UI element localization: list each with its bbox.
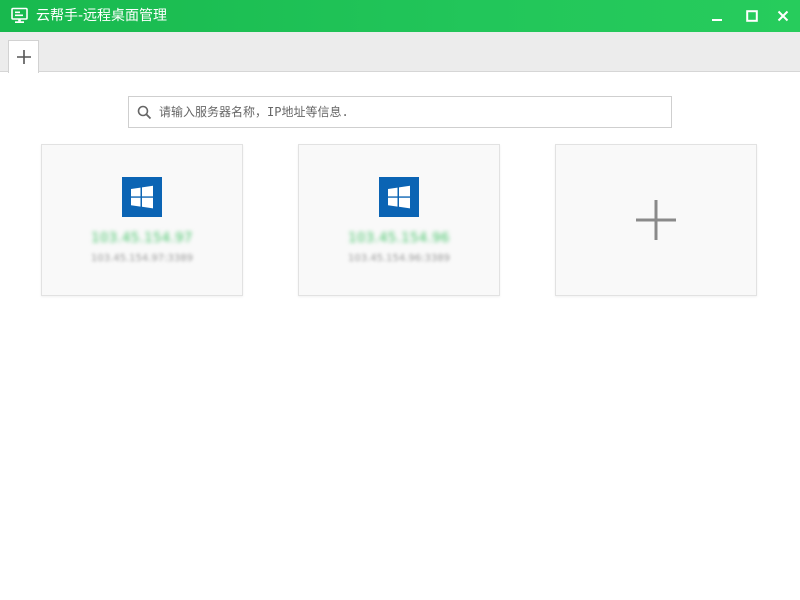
windows-icon	[379, 177, 419, 217]
remote-desktop-icon	[11, 7, 28, 24]
search-icon	[137, 105, 152, 120]
plus-icon	[636, 200, 676, 240]
title-bar: 云帮手-远程桌面管理	[0, 0, 800, 32]
window-title: 云帮手-远程桌面管理	[36, 8, 168, 24]
minimize-icon	[712, 19, 722, 21]
search-input[interactable]	[159, 101, 659, 123]
search-box	[128, 96, 672, 128]
windows-icon	[122, 177, 162, 217]
minimize-button[interactable]	[707, 6, 727, 26]
maximize-icon	[746, 10, 758, 22]
new-tab-button[interactable]	[8, 40, 39, 73]
tab-bar	[0, 32, 800, 73]
close-icon	[777, 10, 789, 22]
maximize-button[interactable]	[742, 6, 762, 26]
server-name: 103.45.154.96	[348, 231, 450, 246]
server-card[interactable]: 103.45.154.96 103.45.154.96:3389	[298, 144, 500, 296]
server-address: 103.45.154.96:3389	[348, 253, 450, 264]
server-name: 103.45.154.97	[91, 231, 193, 246]
server-card[interactable]: 103.45.154.97 103.45.154.97:3389	[41, 144, 243, 296]
plus-icon	[16, 50, 31, 64]
close-button[interactable]	[773, 6, 793, 26]
add-server-card[interactable]	[555, 144, 757, 296]
server-address: 103.45.154.97:3389	[91, 253, 193, 264]
